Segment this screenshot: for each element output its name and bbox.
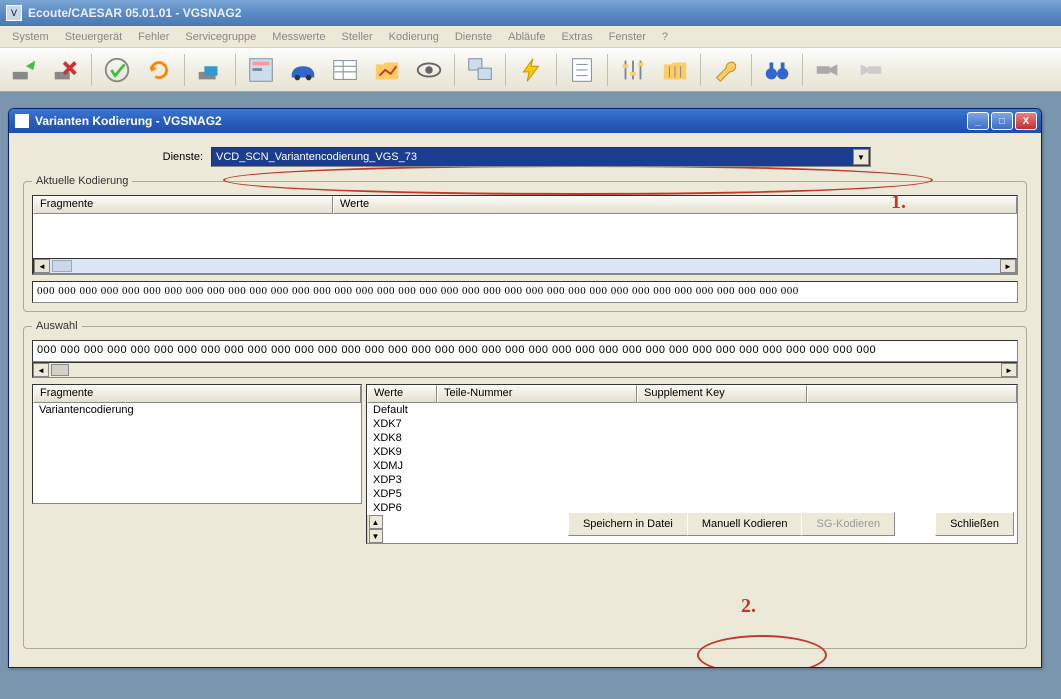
col-werte-right[interactable]: Werte bbox=[367, 385, 437, 403]
toolbar-binoculars-icon[interactable] bbox=[757, 51, 797, 89]
menu-system[interactable]: System bbox=[4, 28, 57, 46]
auswahl-right-body[interactable]: Default XDK7 XDK8 XDK9 XDMJ XDP3 XDP5 XD… bbox=[367, 403, 1017, 515]
toolbar-table-icon[interactable] bbox=[325, 51, 365, 89]
toolbar-list-icon[interactable] bbox=[562, 51, 602, 89]
dienste-label: Dienste: bbox=[143, 151, 203, 163]
toolbar-plug-in-icon[interactable] bbox=[808, 51, 848, 89]
toolbar-disk-icon[interactable] bbox=[190, 51, 230, 89]
col-empty[interactable] bbox=[807, 385, 1017, 403]
close-button[interactable]: X bbox=[1015, 112, 1037, 130]
dienste-row: Dienste: VCD_SCN_Variantencodierung_VGS_… bbox=[143, 147, 1027, 167]
aktuelle-grid: Fragmente Werte ◄ ► bbox=[32, 195, 1018, 275]
auswahl-left-grid: Fragmente Variantencodierung bbox=[32, 384, 362, 504]
toolbar bbox=[0, 48, 1061, 92]
toolbar-plug-out-icon[interactable] bbox=[850, 51, 890, 89]
auswahl-right-grid: Werte Teile-Nummer Supplement Key Defaul… bbox=[366, 384, 1018, 504]
toolbar-chart-folder-icon[interactable] bbox=[367, 51, 407, 89]
sg-kodieren-button[interactable]: SG-Kodieren bbox=[801, 512, 895, 536]
toolbar-sliders-icon[interactable] bbox=[613, 51, 653, 89]
auswahl-hex: 000 000 000 000 000 000 000 000 000 000 … bbox=[32, 340, 1018, 362]
auswahl-hscroll[interactable]: ◄ ► bbox=[32, 362, 1018, 378]
col-teile[interactable]: Teile-Nummer bbox=[437, 385, 637, 403]
menu-servicegruppe[interactable]: Servicegruppe bbox=[177, 28, 264, 46]
aktuelle-hscroll[interactable]: ◄ ► bbox=[33, 258, 1017, 274]
child-window: Varianten Kodierung - VGSNAG2 _ □ X 1. 2… bbox=[8, 108, 1042, 668]
toolbar-sliders-folder-icon[interactable] bbox=[655, 51, 695, 89]
app-icon: V bbox=[6, 5, 22, 21]
chevron-down-icon[interactable]: ▼ bbox=[853, 149, 869, 165]
toolbar-flash-icon[interactable] bbox=[511, 51, 551, 89]
list-item[interactable]: XDP5 bbox=[367, 487, 1017, 501]
aktuelle-legend: Aktuelle Kodierung bbox=[32, 175, 132, 187]
menu-dienste[interactable]: Dienste bbox=[447, 28, 500, 46]
menu-ablaeufe[interactable]: Abläufe bbox=[500, 28, 553, 46]
col-supplement[interactable]: Supplement Key bbox=[637, 385, 807, 403]
manuell-kodieren-button[interactable]: Manuell Kodieren bbox=[687, 512, 803, 536]
child-body: 1. 2. Dienste: VCD_SCN_Variantencodierun… bbox=[9, 133, 1041, 667]
scroll-right-icon[interactable]: ► bbox=[1000, 259, 1016, 273]
scroll-thumb[interactable] bbox=[52, 260, 72, 272]
toolbar-disconnect-icon[interactable] bbox=[46, 51, 86, 89]
menu-steuergeraet[interactable]: Steuergerät bbox=[57, 28, 130, 46]
maximize-button[interactable]: □ bbox=[991, 112, 1013, 130]
menu-bar: System Steuergerät Fehler Servicegruppe … bbox=[0, 26, 1061, 48]
aktuelle-kodierung-group: Aktuelle Kodierung Fragmente Werte ◄ ► 0… bbox=[23, 175, 1027, 312]
list-item[interactable]: XDP3 bbox=[367, 473, 1017, 487]
aktuelle-hex: 000 000 000 000 000 000 000 000 000 000 … bbox=[32, 281, 1018, 303]
toolbar-windows-icon[interactable] bbox=[460, 51, 500, 89]
auswahl-group: Auswahl 000 000 000 000 000 000 000 000 … bbox=[23, 320, 1027, 649]
list-item[interactable]: XDMJ bbox=[367, 459, 1017, 473]
toolbar-check-icon[interactable] bbox=[97, 51, 137, 89]
list-item[interactable]: XDK7 bbox=[367, 417, 1017, 431]
scroll-right-icon[interactable]: ► bbox=[1001, 363, 1017, 377]
auswahl-left-body[interactable]: Variantencodierung bbox=[33, 403, 361, 503]
speichern-button[interactable]: Speichern in Datei bbox=[568, 512, 688, 536]
child-icon bbox=[15, 114, 29, 128]
col-fragmente-left[interactable]: Fragmente bbox=[33, 385, 361, 403]
button-row: Speichern in Datei Manuell Kodieren SG-K… bbox=[32, 512, 1018, 536]
dienste-combobox[interactable]: VCD_SCN_Variantencodierung_VGS_73 ▼ bbox=[211, 147, 871, 167]
aktuelle-grid-header: Fragmente Werte bbox=[33, 196, 1017, 214]
menu-extras[interactable]: Extras bbox=[553, 28, 600, 46]
menu-kodierung[interactable]: Kodierung bbox=[381, 28, 447, 46]
auswahl-split: Fragmente Variantencodierung Werte bbox=[32, 384, 1018, 504]
toolbar-eye-icon[interactable] bbox=[409, 51, 449, 89]
list-item[interactable]: XDK8 bbox=[367, 431, 1017, 445]
schliessen-button[interactable]: Schließen bbox=[935, 512, 1014, 536]
scroll-thumb[interactable] bbox=[51, 364, 69, 376]
toolbar-form-icon[interactable] bbox=[241, 51, 281, 89]
app-titlebar: V Ecoute/CAESAR 05.01.01 - VGSNAG2 bbox=[0, 0, 1061, 26]
app-title: Ecoute/CAESAR 05.01.01 - VGSNAG2 bbox=[28, 6, 241, 20]
mdi-client-area: Varianten Kodierung - VGSNAG2 _ □ X 1. 2… bbox=[0, 92, 1061, 699]
list-item[interactable]: Default bbox=[367, 403, 1017, 417]
minimize-button[interactable]: _ bbox=[967, 112, 989, 130]
col-fragmente[interactable]: Fragmente bbox=[33, 196, 333, 214]
toolbar-car-icon[interactable] bbox=[283, 51, 323, 89]
dienste-value: VCD_SCN_Variantencodierung_VGS_73 bbox=[216, 151, 417, 163]
child-title: Varianten Kodierung - VGSNAG2 bbox=[35, 114, 967, 128]
list-item[interactable]: Variantencodierung bbox=[33, 403, 361, 417]
menu-fehler[interactable]: Fehler bbox=[130, 28, 177, 46]
scroll-left-icon[interactable]: ◄ bbox=[34, 259, 50, 273]
toolbar-refresh-icon[interactable] bbox=[139, 51, 179, 89]
child-titlebar: Varianten Kodierung - VGSNAG2 _ □ X bbox=[9, 109, 1041, 133]
toolbar-wrench-icon[interactable] bbox=[706, 51, 746, 89]
menu-steller[interactable]: Steller bbox=[333, 28, 380, 46]
menu-messwerte[interactable]: Messwerte bbox=[264, 28, 333, 46]
menu-fenster[interactable]: Fenster bbox=[601, 28, 654, 46]
toolbar-connect-icon[interactable] bbox=[4, 51, 44, 89]
auswahl-legend: Auswahl bbox=[32, 320, 82, 332]
col-werte[interactable]: Werte bbox=[333, 196, 1017, 214]
aktuelle-grid-body[interactable] bbox=[33, 214, 1017, 258]
menu-help[interactable]: ? bbox=[654, 28, 676, 46]
list-item[interactable]: XDK9 bbox=[367, 445, 1017, 459]
scroll-left-icon[interactable]: ◄ bbox=[33, 363, 49, 377]
